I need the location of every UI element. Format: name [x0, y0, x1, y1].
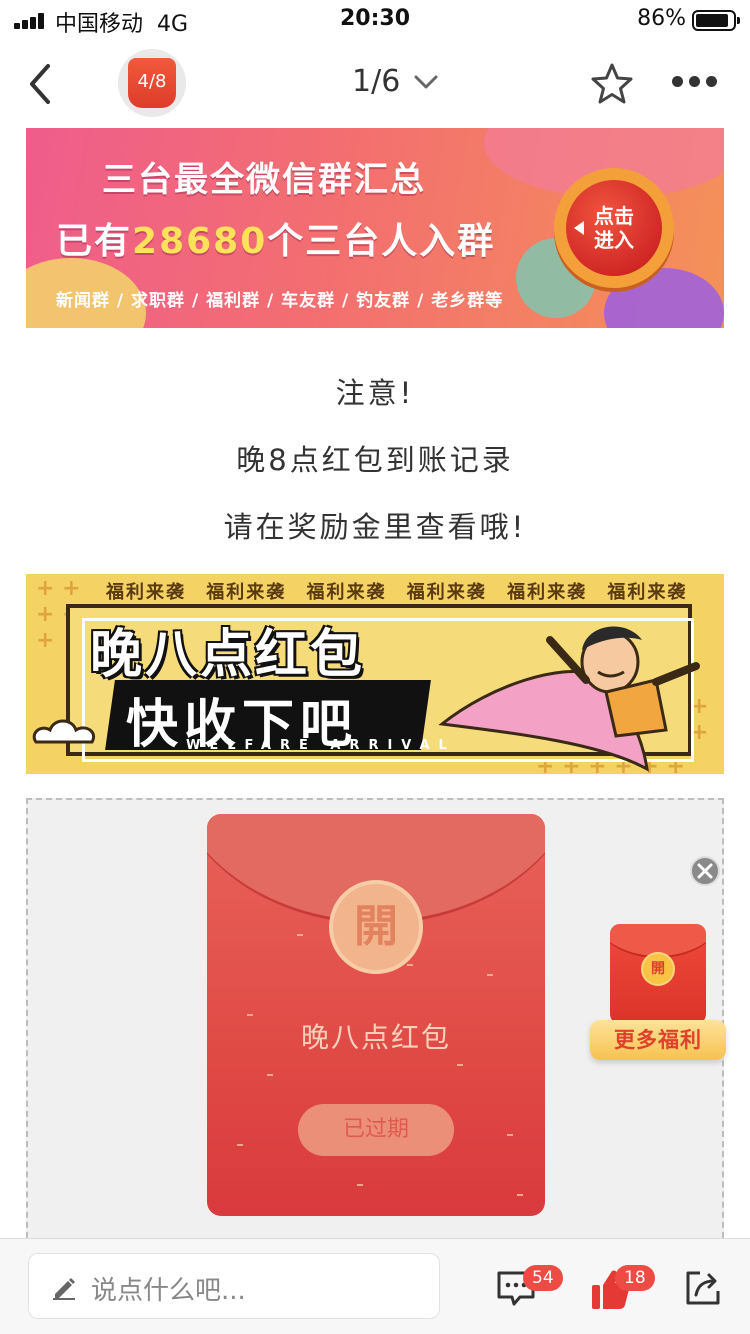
welfare-headline: 晚八点红包	[90, 625, 366, 685]
comment-count-badge: 54	[523, 1265, 563, 1291]
float-red-packet[interactable]: 開	[610, 924, 706, 1024]
banner-tags: 新闻群 / 求职群 / 福利群 / 车友群 / 钓友群 / 老乡群等	[56, 291, 504, 311]
welfare-banner[interactable]: + + + + + + + + + + + + + 福利来袭 福利来袭 福利来袭…	[26, 574, 724, 774]
star-icon	[591, 63, 633, 104]
chevron-down-icon[interactable]	[414, 74, 438, 92]
share-button[interactable]	[684, 1269, 722, 1307]
comment-placeholder: 说点什么吧...	[91, 1276, 246, 1306]
back-button[interactable]	[20, 62, 64, 106]
battery-icon	[692, 10, 740, 31]
more-icon	[672, 76, 683, 87]
expired-button[interactable]: 已过期	[298, 1104, 454, 1156]
enter-button[interactable]: 点击 进入	[554, 168, 674, 288]
more-button[interactable]	[672, 72, 718, 92]
wechat-groups-banner[interactable]: 三台最全微信群汇总 已有28680个三台人入群 新闻群 / 求职群 / 福利群 …	[26, 128, 724, 328]
close-widget-button[interactable]	[690, 856, 720, 886]
page-count-label: 4/8	[128, 58, 176, 108]
back-arrow-icon	[30, 64, 50, 104]
status-bar: 中国移动 4G 20:30 86%	[0, 0, 750, 40]
battery-percent: 86%	[637, 6, 686, 31]
pencil-icon	[53, 1278, 75, 1300]
open-seal[interactable]: 開	[329, 880, 423, 974]
cartoon-man-illustration	[546, 626, 700, 738]
welfare-top-row: 福利来袭 福利来袭 福利来袭 福利来袭 福利来袭 福利来袭	[106, 582, 688, 603]
notice-line-2: 晚8点红包到账记录	[236, 443, 514, 477]
comment-input[interactable]: 说点什么吧...	[28, 1253, 440, 1319]
notice-line-3: 请在奖励金里查看哦!	[223, 510, 527, 544]
pager-label[interactable]: 1/6	[352, 64, 400, 99]
notice-line-1: 注意!	[335, 376, 415, 410]
banner-title: 三台最全微信群汇总	[102, 160, 426, 200]
red-packet-title: 晚八点红包	[300, 1021, 451, 1054]
share-icon	[686, 1271, 720, 1305]
like-count-badge: 18	[615, 1265, 655, 1291]
close-icon	[697, 863, 713, 879]
cloud-illustration	[32, 719, 95, 744]
banner-subtitle: 已有28680个三台人入群	[56, 221, 496, 262]
welfare-english: WELFARE ARRIVAL	[186, 738, 456, 753]
member-count: 28680	[132, 221, 268, 262]
red-packet[interactable]: 開 晚八点红包 已过期	[207, 814, 545, 1216]
nav-bar: 4/8 1/6	[0, 44, 750, 124]
favorite-button[interactable]	[588, 60, 636, 108]
play-arrow-icon	[574, 221, 584, 235]
float-seal: 開	[641, 952, 675, 986]
more-welfare-button[interactable]: 更多福利	[590, 1020, 726, 1060]
bottom-bar: 说点什么吧... 54 18	[0, 1238, 750, 1334]
page-count-badge[interactable]: 4/8	[118, 49, 186, 117]
